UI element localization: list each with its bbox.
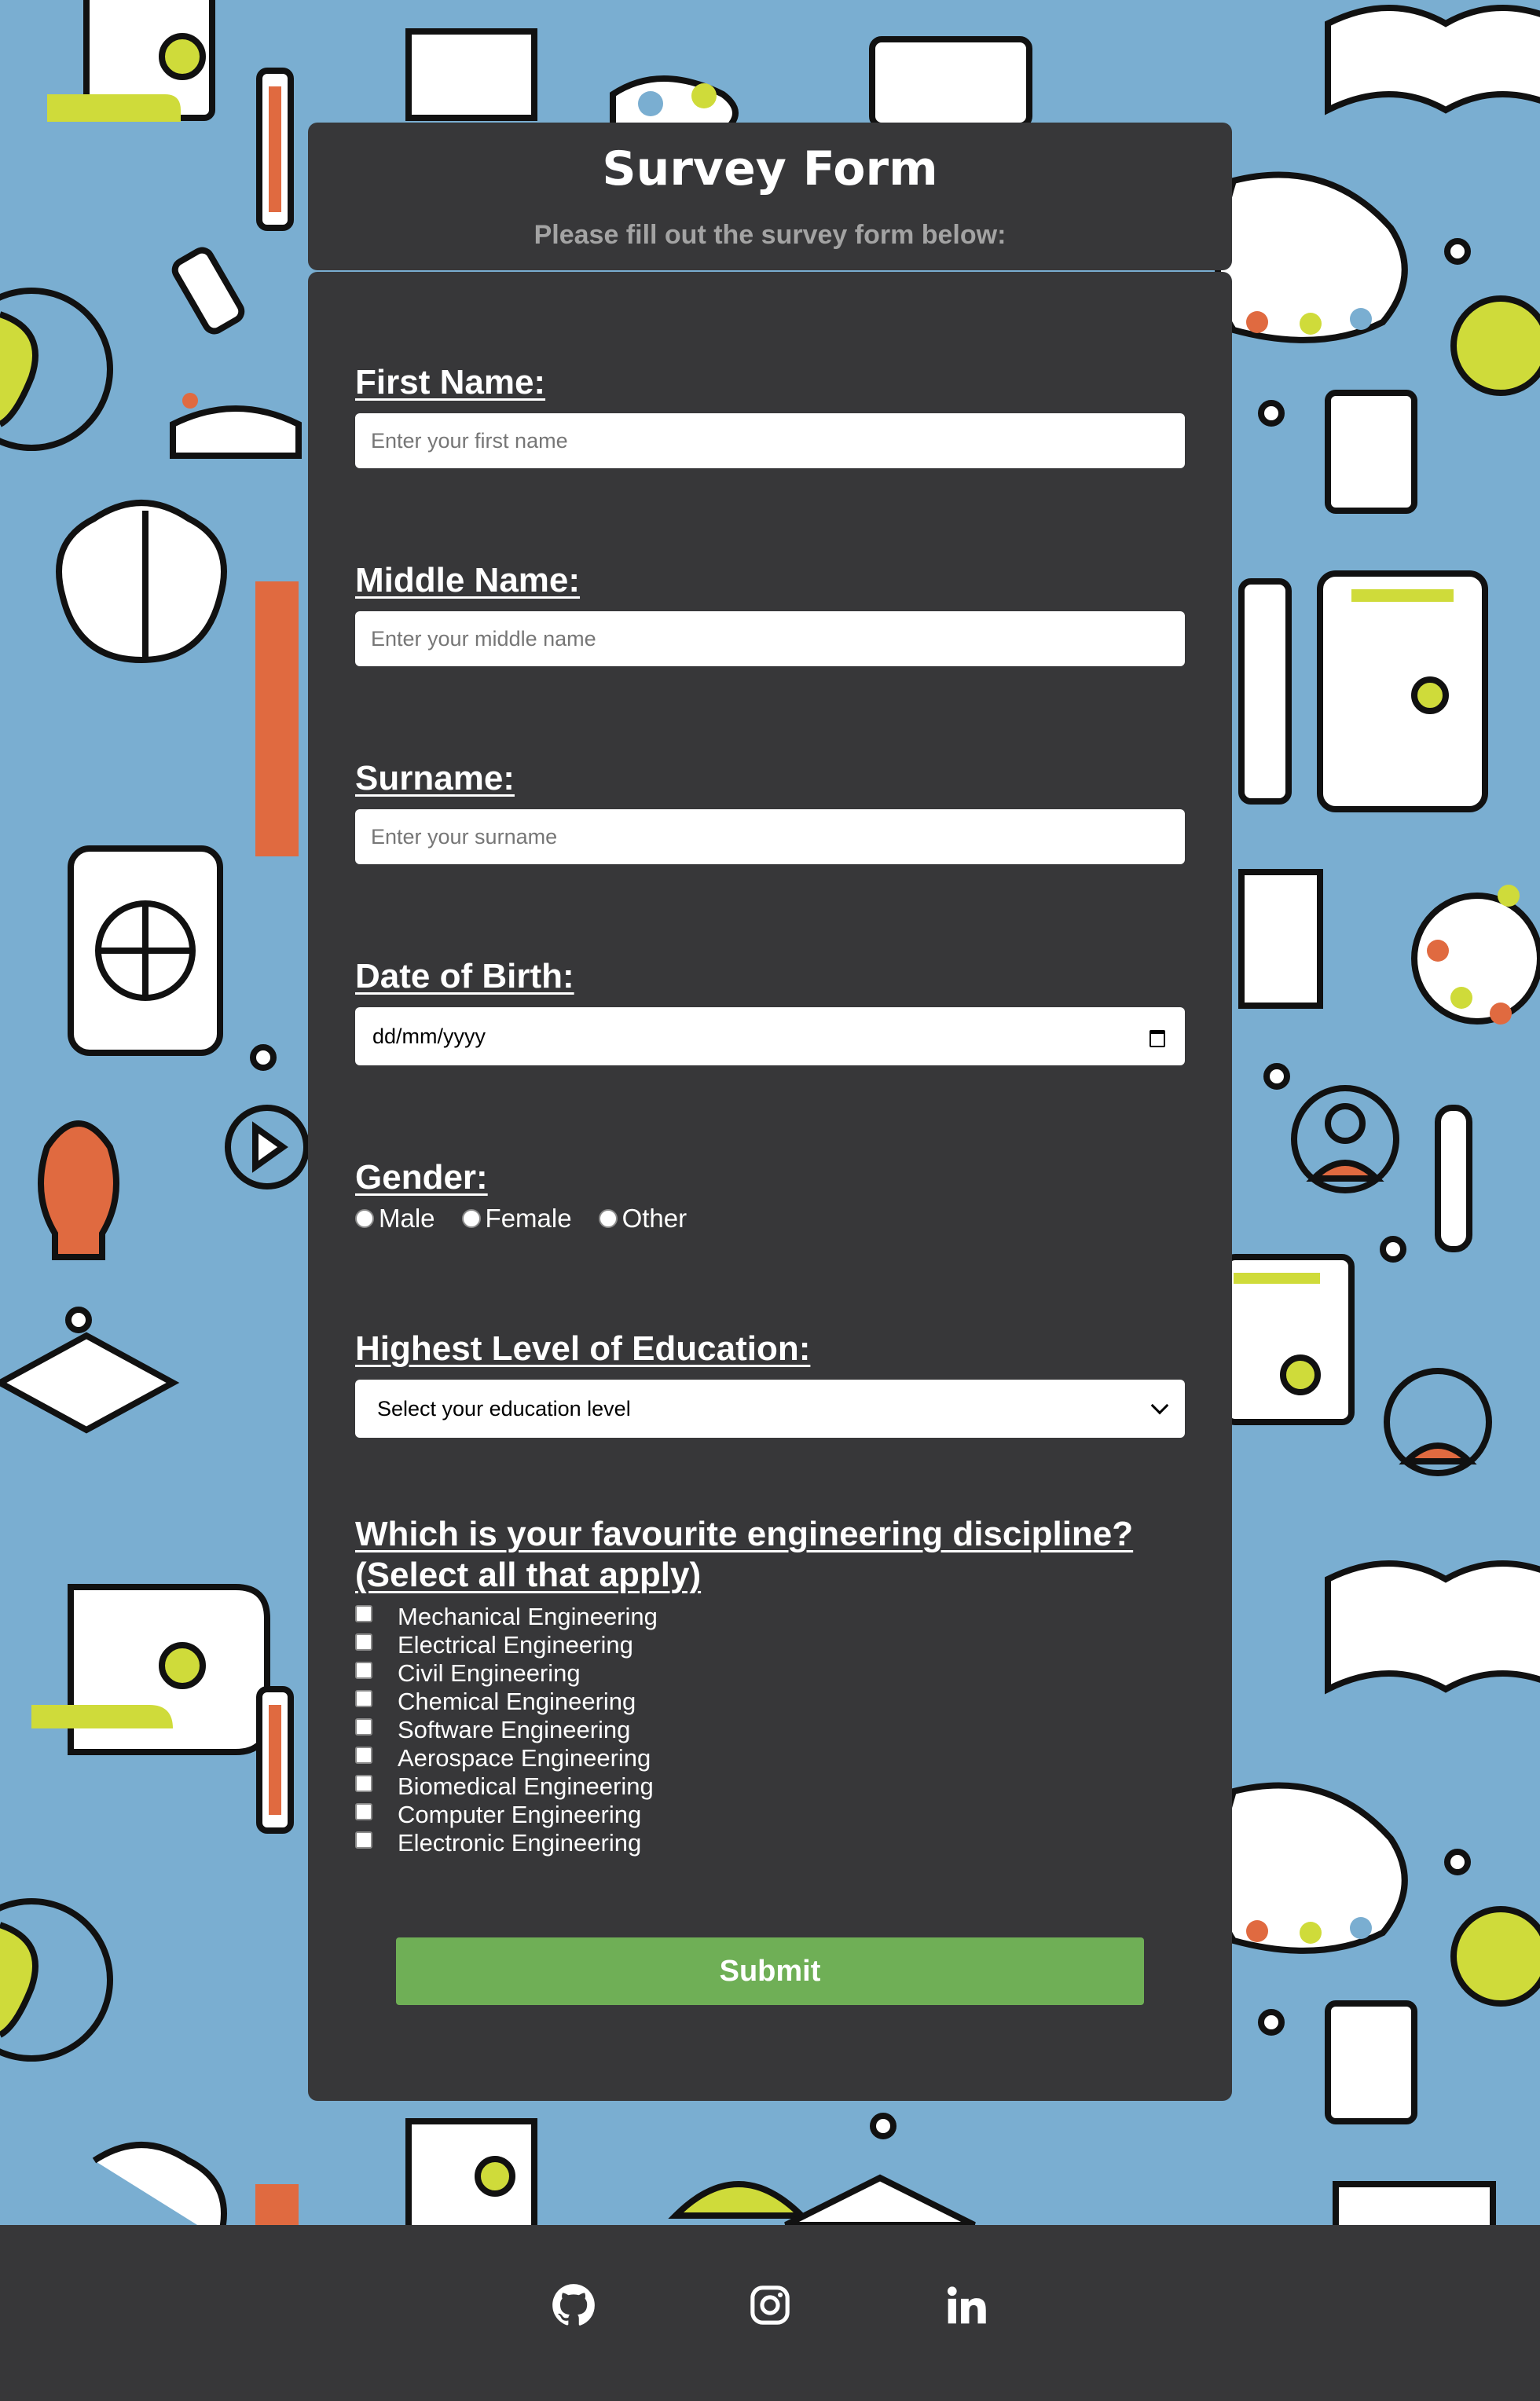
- form-title: Survey Form: [602, 141, 938, 196]
- middle-name-input[interactable]: [355, 611, 1185, 666]
- radio-label: Female: [485, 1204, 572, 1233]
- github-icon[interactable]: [552, 2283, 596, 2327]
- footer: [0, 2225, 1540, 2401]
- radio-button[interactable]: [355, 1209, 374, 1228]
- chevron-down-icon: [1150, 1396, 1169, 1415]
- instagram-icon[interactable]: [748, 2283, 792, 2327]
- checkbox-label: Aerospace Engineering: [398, 1744, 651, 1772]
- book-icon: [1325, 5, 1540, 115]
- checkbox[interactable]: [355, 1633, 372, 1651]
- gender-options: Male Female Other: [349, 1204, 707, 1233]
- dob-label: Date of Birth:: [355, 957, 574, 995]
- discipline-option-electronic[interactable]: Electronic Engineering: [355, 1829, 658, 1857]
- calendar-icon[interactable]: [1149, 1028, 1166, 1047]
- checkbox[interactable]: [355, 1605, 372, 1622]
- discipline-option-mechanical[interactable]: Mechanical Engineering: [355, 1603, 658, 1631]
- checkbox[interactable]: [355, 1775, 372, 1792]
- discipline-options: Mechanical Engineering Electrical Engine…: [355, 1603, 658, 1857]
- brain-icon: [56, 500, 227, 664]
- form-header: Survey Form Please fill out the survey f…: [308, 123, 1232, 270]
- radio-button[interactable]: [598, 1209, 618, 1228]
- discipline-option-biomedical[interactable]: Biomedical Engineering: [355, 1772, 658, 1801]
- discipline-option-electrical[interactable]: Electrical Engineering: [355, 1631, 658, 1659]
- discipline-option-computer[interactable]: Computer Engineering: [355, 1801, 658, 1829]
- checkbox-label: Electronic Engineering: [398, 1829, 642, 1857]
- discipline-option-aerospace[interactable]: Aerospace Engineering: [355, 1744, 658, 1772]
- gender-option-female[interactable]: Female: [456, 1204, 572, 1233]
- surname-label: Surname:: [355, 759, 515, 797]
- linkedin-icon[interactable]: [944, 2283, 988, 2327]
- submit-button[interactable]: Submit: [396, 1937, 1144, 2005]
- form-subtitle: Please fill out the survey form below:: [534, 220, 1006, 250]
- radio-label: Other: [622, 1204, 688, 1233]
- education-label: Highest Level of Education:: [355, 1329, 811, 1368]
- discipline-option-software[interactable]: Software Engineering: [355, 1716, 658, 1744]
- checkbox-label: Biomedical Engineering: [398, 1772, 654, 1800]
- checkbox[interactable]: [355, 1690, 372, 1707]
- checkbox-label: Computer Engineering: [398, 1801, 642, 1828]
- discipline-label-line2: (Select all that apply): [355, 1556, 702, 1594]
- survey-form: First Name: Middle Name: Surname: Date o…: [308, 272, 1232, 2101]
- dob-input[interactable]: dd/mm/yyyy: [355, 1007, 1185, 1065]
- checkbox[interactable]: [355, 1831, 372, 1849]
- phone-globe-icon: [68, 845, 223, 1056]
- checkbox-label: Civil Engineering: [398, 1659, 581, 1687]
- discipline-option-chemical[interactable]: Chemical Engineering: [355, 1688, 658, 1716]
- checkbox-label: Mechanical Engineering: [398, 1603, 658, 1630]
- discipline-label-line1: Which is your favourite engineering disc…: [355, 1515, 1134, 1553]
- discipline-option-civil[interactable]: Civil Engineering: [355, 1659, 658, 1688]
- education-selected-value: Select your education level: [377, 1396, 631, 1420]
- checkbox[interactable]: [355, 1718, 372, 1736]
- first-name-input[interactable]: [355, 413, 1185, 468]
- tablet-certificate-icon: [1317, 570, 1488, 812]
- radio-label: Male: [379, 1204, 435, 1233]
- checkbox-label: Chemical Engineering: [398, 1688, 636, 1715]
- checkbox[interactable]: [355, 1747, 372, 1764]
- gender-label: Gender:: [355, 1158, 488, 1197]
- education-select[interactable]: Select your education level: [355, 1380, 1185, 1438]
- gender-option-other[interactable]: Other: [592, 1204, 688, 1233]
- dob-value: dd/mm/yyyy: [372, 1024, 486, 1048]
- gender-option-male[interactable]: Male: [349, 1204, 435, 1233]
- pencil-icon: [256, 68, 294, 231]
- middle-name-label: Middle Name:: [355, 561, 581, 599]
- surname-input[interactable]: [355, 809, 1185, 864]
- lightbulb-icon: [38, 1120, 119, 1260]
- checkbox-label: Electrical Engineering: [398, 1631, 633, 1659]
- checkbox-label: Software Engineering: [398, 1716, 631, 1743]
- checkbox[interactable]: [355, 1662, 372, 1679]
- radio-button[interactable]: [461, 1209, 481, 1228]
- checkbox[interactable]: [355, 1803, 372, 1820]
- first-name-label: First Name:: [355, 363, 546, 401]
